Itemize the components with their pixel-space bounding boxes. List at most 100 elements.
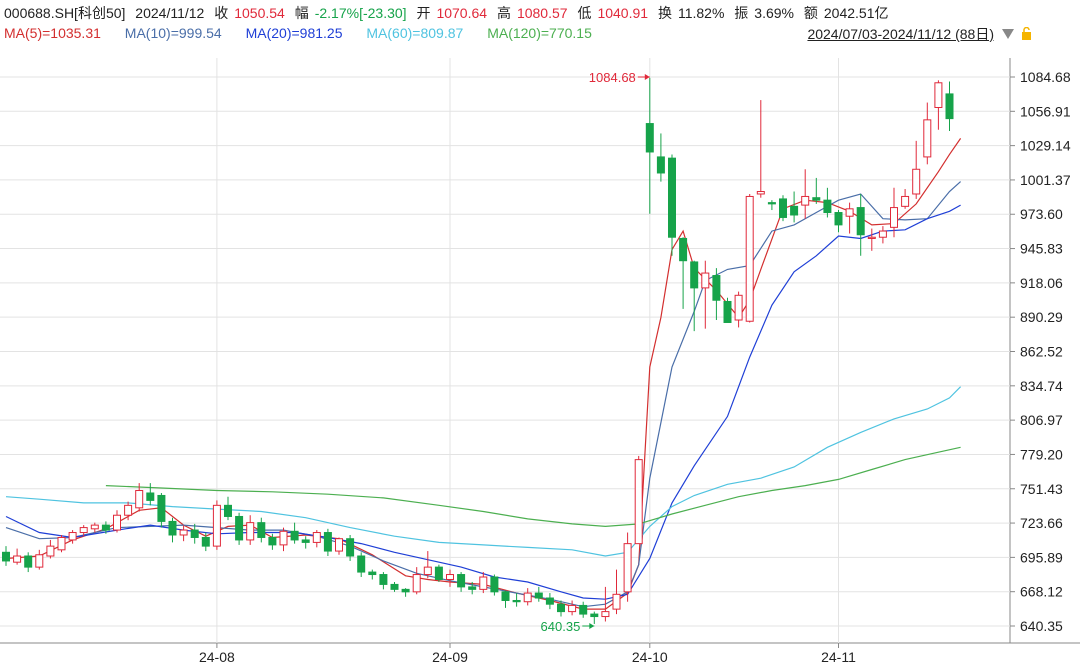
candle-body [157,494,166,522]
candle-body [668,157,676,238]
candle-body [890,207,898,228]
candle-body [68,532,77,541]
candle-body [168,520,177,536]
candle-body [257,522,266,538]
y-tick-label: 779.20 [1020,446,1063,462]
candle-body [945,93,954,120]
candle-body [457,574,466,588]
candle-body [312,532,321,543]
x-tick-label: 24-11 [821,649,856,665]
low-annotation: 640.35 [541,619,581,634]
candle-body [623,543,632,593]
candle-body [179,529,188,536]
candle-body [135,490,144,509]
y-tick-label: 890.29 [1020,309,1063,325]
candle-body [568,604,577,613]
candle-body [224,504,232,517]
candle-body [856,207,865,236]
candle-body [501,591,510,601]
y-tick-label: 1029.14 [1020,138,1071,154]
candle-body [346,538,355,557]
candle-body [534,592,543,599]
candle-body [401,588,410,593]
candle-body [423,566,432,576]
high-annotation: 1084.68 [589,70,636,85]
candle-body [101,524,110,531]
candle-body [634,459,643,545]
ma60-line [5,386,962,557]
candle-body [812,197,821,201]
candle-body [723,300,732,323]
candle-body [656,156,665,174]
candle-body [279,530,288,546]
candle-body [90,524,99,530]
ma20-line [5,204,961,600]
y-tick-label: 973.60 [1020,206,1063,222]
candle-body [712,275,721,301]
candle-body [745,195,754,322]
y-tick-label: 695.89 [1020,549,1063,565]
candle-body [701,272,710,289]
y-tick-label: 834.74 [1020,378,1063,394]
candle-body [290,530,299,541]
ma5-line [5,138,962,610]
y-tick-label: 1001.37 [1020,172,1071,188]
candle-body [201,536,210,547]
candle-body [35,554,44,568]
candle-body [57,536,66,551]
candle-body [390,583,399,590]
candle-body [934,82,943,108]
candle-body [368,571,377,576]
candle-body [323,532,332,552]
candle-body [579,604,588,615]
y-tick-label: 1056.91 [1020,103,1071,119]
candle-body [2,551,10,562]
candle-body [412,574,421,593]
y-tick-label: 751.43 [1020,481,1063,497]
candle-body [124,504,133,516]
candle-body [867,236,876,239]
candle-body [823,199,832,214]
candle-body [246,522,255,541]
candle-body [767,202,776,205]
y-tick-label: 723.66 [1020,515,1063,531]
y-tick-label: 918.06 [1020,275,1063,291]
y-tick-label: 806.97 [1020,412,1063,428]
candle-body [790,205,799,216]
candle-body [734,294,743,321]
candle-body [557,603,565,613]
x-tick-label: 24-10 [632,649,668,665]
candle-body [912,168,921,195]
candle-body [335,538,343,552]
y-tick-label: 862.52 [1020,343,1063,359]
candle-body [601,611,610,618]
candle-body [545,597,554,605]
candle-body [590,613,599,618]
candle-body [113,514,121,531]
candle-body [679,237,688,262]
candle-body [801,195,810,206]
candle-body [268,536,277,546]
candle-body [301,539,310,543]
y-tick-label: 1084.68 [1020,69,1071,85]
candle-body [878,230,887,238]
candle-body [834,212,843,226]
candle-body [756,191,765,195]
annotation-arrowhead [644,74,650,80]
candle-body [146,492,155,501]
candle-body [235,515,244,541]
y-tick-label: 945.83 [1020,241,1063,257]
candle-body [512,599,521,603]
candle-body [24,555,33,568]
candle-body [13,555,22,563]
candle-body [523,592,532,603]
ma10-line [5,181,961,608]
candle-body [479,576,488,590]
candle-body [779,198,787,218]
candle-body [923,119,932,158]
candle-body [690,261,699,289]
candle-body [490,576,499,593]
candle-body [379,574,388,585]
y-tick-label: 668.12 [1020,584,1063,600]
candle-body [79,527,88,534]
